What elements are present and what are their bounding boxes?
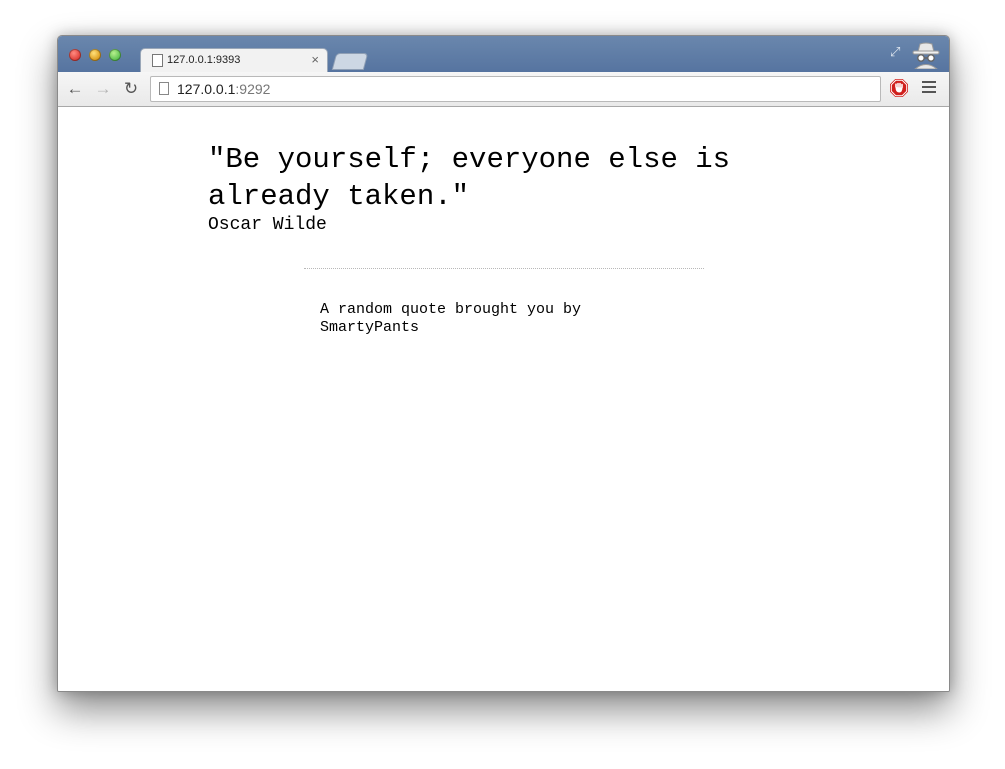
- reload-button[interactable]: ↻: [121, 79, 141, 99]
- page-icon: [159, 82, 169, 95]
- page-content: "Be yourself; everyone else is already t…: [58, 107, 949, 691]
- title-bar: 127.0.0.1:9393 × ⤢: [58, 36, 949, 73]
- minimize-window-button[interactable]: [89, 49, 101, 61]
- quote-author: Oscar Wilde: [208, 215, 327, 235]
- back-arrow-icon: ←: [66, 79, 84, 98]
- forward-arrow-icon: →: [94, 79, 112, 98]
- tab-title: 127.0.0.1:9393: [167, 54, 241, 66]
- toolbar: ← → ↻ 127.0.0.1:9292: [58, 72, 949, 107]
- page-icon: [152, 54, 163, 67]
- incognito-icon: [912, 42, 940, 69]
- forward-button[interactable]: →: [93, 79, 113, 99]
- tab-active[interactable]: 127.0.0.1:9393 ×: [140, 48, 328, 73]
- tab-close-icon[interactable]: ×: [311, 52, 319, 67]
- browser-window: 127.0.0.1:9393 × ⤢ ← → ↻ 127.0.0.1:9292: [57, 35, 950, 692]
- new-tab-button[interactable]: [331, 53, 369, 70]
- hamburger-menu-icon[interactable]: [922, 81, 936, 95]
- footer-note: A random quote brought you by SmartyPant…: [320, 301, 582, 336]
- divider: [304, 268, 704, 269]
- reload-icon: ↻: [123, 79, 139, 98]
- close-window-button[interactable]: [69, 49, 81, 61]
- fullscreen-icon[interactable]: ⤢: [890, 45, 904, 59]
- address-bar[interactable]: 127.0.0.1:9292: [150, 76, 881, 102]
- stop-icon[interactable]: [890, 79, 908, 97]
- url-text[interactable]: 127.0.0.1:9292: [177, 81, 270, 97]
- quote-text: "Be yourself; everyone else is already t…: [208, 143, 731, 213]
- url-port: :9292: [235, 81, 271, 97]
- zoom-window-button[interactable]: [109, 49, 121, 61]
- back-button[interactable]: ←: [65, 79, 85, 99]
- url-host: 127.0.0.1: [177, 81, 236, 97]
